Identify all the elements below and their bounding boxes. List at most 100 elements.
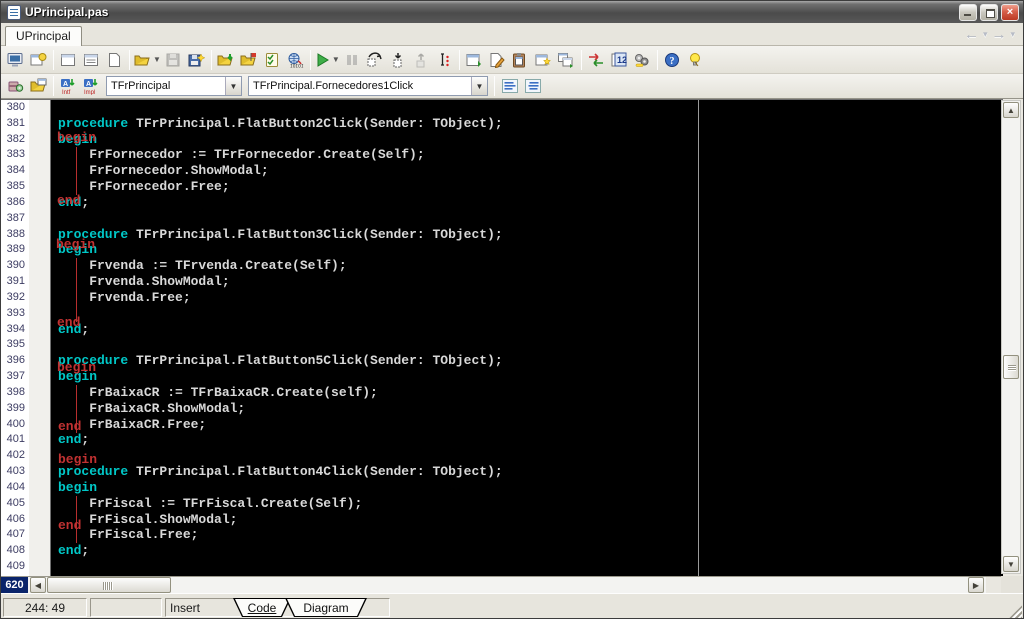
debug-desktop-button[interactable] [27,49,50,71]
view-form-button[interactable] [463,49,486,71]
line-number[interactable]: 389 [1,242,29,258]
chevron-down-icon[interactable]: ▼ [471,77,487,95]
breakpoint-gutter[interactable] [29,290,52,306]
line-number[interactable]: 391 [1,274,29,290]
code-text[interactable]: FrFornecedor.ShowModal; [52,163,1003,180]
breakpoint-gutter[interactable] [29,353,52,369]
line-number[interactable]: 383 [1,147,29,163]
window-list-button[interactable] [80,49,103,71]
code-text[interactable] [52,337,1003,353]
breakpoint-gutter[interactable] [29,163,52,179]
breakpoint-gutter[interactable] [29,147,52,163]
nav-forward-button[interactable]: → [989,26,1008,43]
line-number[interactable]: 408 [1,543,29,559]
chevron-down-icon[interactable]: ▼ [153,55,161,64]
open-file-button[interactable]: ▼ [133,49,162,71]
title-bar[interactable]: UPrincipal.pas × [1,1,1023,23]
scroll-left-icon[interactable]: ◀ [30,577,46,593]
insight-button[interactable] [684,49,707,71]
breakpoint-gutter[interactable] [29,322,52,338]
breakpoint-gutter[interactable] [29,496,52,512]
line-number[interactable]: 398 [1,385,29,401]
new-form-button[interactable] [532,49,555,71]
code-text[interactable]: begin begin [52,360,1003,385]
code-text[interactable]: FrFornecedor := TFrFornecedor.Create(Sel… [52,147,1003,164]
breakpoint-gutter[interactable] [29,306,52,322]
add-to-project-button[interactable] [238,49,261,71]
line-number[interactable]: 401 [1,432,29,448]
code-text[interactable]: FrBaixaCR := TFrBaixaCR.Create(self); [52,384,1003,401]
open-project-button[interactable] [215,49,238,71]
code-text[interactable]: end; end [52,193,1003,211]
code-text[interactable]: Frvenda.ShowModal; [52,274,1003,291]
line-number[interactable]: 400 [1,417,29,433]
vertical-scrollbar[interactable]: ▲ ▼ [1001,100,1021,574]
horizontal-scrollbar-thumb[interactable] [47,577,171,593]
breakpoint-gutter[interactable] [29,432,52,448]
swap-view-button[interactable] [585,49,608,71]
line-number[interactable]: 390 [1,258,29,274]
code-text[interactable] [52,100,1003,116]
line-number[interactable]: 394 [1,322,29,338]
remove-from-project-button[interactable] [261,49,284,71]
breakpoint-gutter[interactable] [29,527,52,543]
breakpoint-gutter[interactable] [29,512,52,528]
code-text[interactable]: procedure TFrPrincipal.FlatButton5Click(… [52,353,1003,369]
scroll-right-icon[interactable]: ▶ [968,577,984,593]
line-number[interactable]: 404 [1,480,29,496]
translation-manager-button[interactable]: IOIOI [284,49,307,71]
breakpoint-gutter[interactable] [29,258,52,274]
code-text[interactable]: Frvenda.Free; [52,289,1003,306]
breakpoint-gutter[interactable] [29,369,52,385]
breakpoint-gutter[interactable] [29,242,52,258]
scroll-down-icon[interactable]: ▼ [1003,556,1019,572]
inherit-form-button[interactable] [555,49,578,71]
pause-button[interactable] [341,49,364,71]
chevron-down-icon[interactable]: ▼ [225,77,241,95]
breakpoint-gutter[interactable] [29,385,52,401]
breakpoint-gutter[interactable] [29,274,52,290]
goto-interface-button[interactable]: A Intf [57,75,80,97]
nav-back-dropdown[interactable]: ▾ [983,29,988,40]
line-number[interactable]: 409 [1,559,29,575]
breakpoint-gutter[interactable] [29,195,52,211]
breakpoint-gutter[interactable] [29,211,52,227]
line-number[interactable]: 405 [1,496,29,512]
view-unit-button[interactable] [486,49,509,71]
code-text[interactable]: begin [52,480,1003,496]
toggle-form-unit-button[interactable] [509,49,532,71]
save-button[interactable] [162,49,185,71]
code-text[interactable]: end; [52,543,1003,559]
run-button[interactable]: ▼ [314,49,341,71]
open-form-button[interactable] [27,75,50,97]
install-packages-button[interactable] [4,75,27,97]
code-text[interactable]: FrBaixaCR.Free; end [52,416,1003,434]
code-text[interactable]: FrFiscal.Free; [52,527,1003,544]
breakpoint-gutter[interactable] [29,448,52,464]
line-number[interactable]: 382 [1,132,29,148]
line-number[interactable]: 395 [1,337,29,353]
line-number[interactable]: 387 [1,211,29,227]
scroll-up-icon[interactable]: ▲ [1003,102,1019,118]
code-text[interactable] [52,211,1003,227]
help-button[interactable]: ? [661,49,684,71]
breakpoint-gutter[interactable] [29,227,52,243]
class-selector-combo[interactable]: TFrPrincipal ▼ [106,76,242,96]
code-text[interactable]: begin begin [52,130,1003,148]
breakpoint-gutter[interactable] [29,464,52,480]
vertical-scrollbar-thumb[interactable] [1003,355,1019,379]
line-number[interactable]: 399 [1,401,29,417]
breakpoint-gutter[interactable] [29,337,52,353]
step-out-button[interactable] [410,49,433,71]
breakpoint-gutter[interactable] [29,401,52,417]
code-text[interactable] [52,559,1003,575]
code-text[interactable]: procedure TFrPrincipal.FlatButton3Click(… [52,227,1003,243]
restore-button[interactable] [980,3,998,21]
code-text[interactable]: procedure TFrPrincipal.FlatButton2Click(… [52,116,1003,132]
view-tab-diagram[interactable]: Diagram [285,598,367,617]
line-number[interactable]: 384 [1,163,29,179]
close-button[interactable]: × [1001,3,1019,21]
breakpoint-gutter[interactable] [29,179,52,195]
horizontal-scrollbar[interactable]: 620 ◀ ▶ [1,576,1003,593]
chevron-down-icon[interactable]: ▼ [332,55,340,64]
